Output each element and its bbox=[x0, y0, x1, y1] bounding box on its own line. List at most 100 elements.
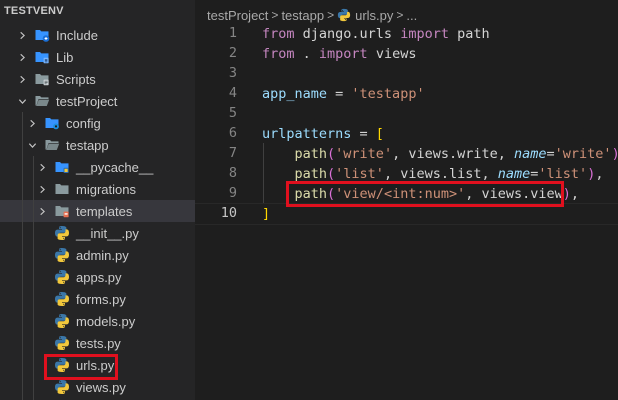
explorer-panel: TESTVENV Include Lib Scripts testProject con… bbox=[0, 0, 195, 400]
open-folder-icon bbox=[44, 137, 60, 153]
code-token-param: name bbox=[514, 146, 547, 162]
code-line[interactable] bbox=[195, 64, 618, 84]
tree-item-label: testapp bbox=[66, 137, 109, 153]
code-token-str: 'list' bbox=[335, 166, 384, 182]
code-token-br2: ) bbox=[612, 146, 618, 162]
code-token-kw: from bbox=[262, 46, 295, 62]
code-token-fn: path bbox=[294, 146, 328, 162]
tree-item-label: views.py bbox=[76, 379, 126, 395]
breadcrumb-item-more[interactable]: ... bbox=[406, 8, 417, 23]
config-folder-icon bbox=[44, 115, 60, 131]
python-file-icon bbox=[337, 8, 351, 22]
code-token-str: 'testapp' bbox=[351, 86, 425, 102]
folder-icon bbox=[54, 181, 70, 197]
tree-item-admin-py[interactable]: admin.py bbox=[0, 244, 195, 266]
code-token-str: 'write' bbox=[335, 146, 393, 162]
explorer-root-title[interactable]: TESTVENV bbox=[4, 5, 64, 17]
breadcrumb-item-testproject[interactable]: testProject bbox=[207, 8, 268, 23]
code-text: from django.urls import path bbox=[262, 26, 490, 42]
tree-item-testproject[interactable]: testProject bbox=[0, 90, 195, 112]
code-line[interactable]: ] bbox=[195, 204, 618, 224]
code-token-br1: [ bbox=[375, 126, 384, 142]
code-token-plain: path bbox=[448, 26, 490, 42]
tree-item-label: forms.py bbox=[76, 291, 126, 307]
code-token-str: 'list' bbox=[538, 166, 588, 182]
lib-folder-icon bbox=[34, 49, 50, 65]
chevron-right-icon[interactable] bbox=[36, 200, 48, 222]
chevron-right-icon[interactable] bbox=[36, 178, 48, 200]
tree-item-label: Lib bbox=[56, 49, 74, 65]
tree-item-label: config bbox=[66, 115, 101, 131]
chevron-right-icon[interactable] bbox=[16, 46, 28, 68]
code-token-plain: django.urls bbox=[294, 26, 401, 42]
tree-item-label: tests.py bbox=[76, 335, 121, 351]
tree-item-models-py[interactable]: models.py bbox=[0, 310, 195, 332]
tree-item-apps-py[interactable]: apps.py bbox=[0, 266, 195, 288]
code-line[interactable] bbox=[195, 104, 618, 124]
chevron-placeholder bbox=[36, 288, 48, 310]
code-line[interactable]: app_name = 'testapp' bbox=[195, 84, 618, 104]
code-token-fn: path bbox=[294, 166, 328, 182]
code-text: urlpatterns = [ bbox=[262, 126, 384, 142]
code-token-plain: views bbox=[367, 46, 417, 62]
chevron-placeholder bbox=[36, 244, 48, 266]
code-token-plain: = bbox=[546, 146, 555, 162]
templates-folder-icon bbox=[54, 203, 70, 219]
chevron-right-icon[interactable] bbox=[36, 156, 48, 178]
tree-item-testapp[interactable]: testapp bbox=[0, 134, 195, 156]
tree-item-label: __init__.py bbox=[76, 225, 139, 241]
python-file-icon bbox=[54, 225, 70, 241]
code-token-plain: = bbox=[327, 86, 352, 102]
code-token-kw: import bbox=[400, 26, 449, 42]
code-token-br2: ( bbox=[327, 146, 336, 162]
highlight-box-code bbox=[286, 181, 564, 207]
tree-item-label: Include bbox=[56, 27, 98, 43]
code-token-br2: ( bbox=[327, 166, 336, 182]
code-token-param: name bbox=[497, 166, 531, 182]
python-file-icon bbox=[54, 313, 70, 329]
chevron-down-icon[interactable] bbox=[26, 134, 38, 156]
code-line[interactable]: from django.urls import path bbox=[195, 24, 618, 44]
code-token-plain: , bbox=[595, 166, 604, 182]
chevron-down-icon[interactable] bbox=[16, 90, 28, 112]
breadcrumb-item-urls[interactable]: urls.py bbox=[355, 8, 393, 23]
breadcrumb-item-testapp[interactable]: testapp bbox=[281, 8, 324, 23]
python-file-icon bbox=[54, 269, 70, 285]
code-text: path('write', views.write, name='write')… bbox=[262, 146, 618, 162]
chevron-placeholder bbox=[36, 266, 48, 288]
tree-item-lib[interactable]: Lib bbox=[0, 46, 195, 68]
tree-item-scripts[interactable]: Scripts bbox=[0, 68, 195, 90]
code-text: ] bbox=[262, 206, 270, 222]
tree-item-forms-py[interactable]: forms.py bbox=[0, 288, 195, 310]
breadcrumb-separator: > bbox=[271, 8, 279, 22]
chevron-right-icon[interactable] bbox=[16, 24, 28, 46]
python-file-icon bbox=[54, 247, 70, 263]
breadcrumb-separator: > bbox=[327, 8, 335, 22]
code-token-str: 'write' bbox=[554, 146, 612, 162]
tree-item-include[interactable]: Include bbox=[0, 24, 195, 46]
breadcrumb: testProject > testapp > urls.py > ... bbox=[207, 6, 417, 24]
tree-item-label: testProject bbox=[56, 93, 118, 109]
code-line[interactable]: urlpatterns = [ bbox=[195, 124, 618, 144]
python-file-icon bbox=[54, 291, 70, 307]
tree-item-label: templates bbox=[76, 203, 133, 219]
tree-item-tests-py[interactable]: tests.py bbox=[0, 332, 195, 354]
chevron-right-icon[interactable] bbox=[16, 68, 28, 90]
code-line[interactable]: from . import views bbox=[195, 44, 618, 64]
tree-item-config[interactable]: config bbox=[0, 112, 195, 134]
code-token-plain: = bbox=[351, 126, 376, 142]
tree-item-migrations[interactable]: migrations bbox=[0, 178, 195, 200]
chevron-placeholder bbox=[36, 332, 48, 354]
tree-item-templates[interactable]: templates bbox=[0, 200, 195, 222]
chevron-right-icon[interactable] bbox=[26, 112, 38, 134]
python-file-icon bbox=[54, 379, 70, 395]
code-line[interactable]: path('write', views.write, name='write')… bbox=[195, 144, 618, 164]
chevron-placeholder bbox=[36, 222, 48, 244]
tree-item-pycache[interactable]: __pycache__ bbox=[0, 156, 195, 178]
code-token-br1: ] bbox=[262, 206, 271, 222]
tree-item-init-py[interactable]: __init__.py bbox=[0, 222, 195, 244]
tree-item-label: __pycache__ bbox=[76, 159, 154, 175]
include-folder-icon bbox=[34, 27, 50, 43]
code-token-kw: from bbox=[262, 26, 295, 42]
